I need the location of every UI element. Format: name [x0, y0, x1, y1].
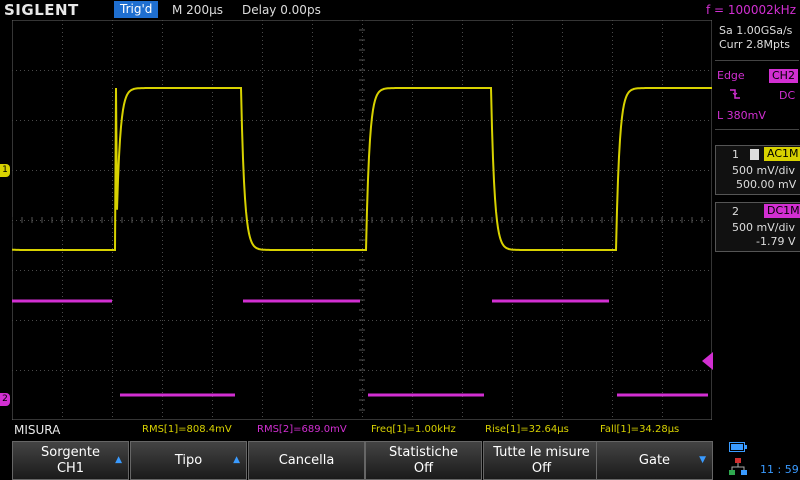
waveform-display[interactable] [12, 20, 712, 420]
softkey-statistics-label: Statistiche [389, 445, 458, 460]
softkey-gate[interactable]: Gate ▼ [596, 441, 713, 480]
ch1-coupling-badge: AC1M [764, 147, 800, 161]
ch2-offset-marker[interactable]: 2 [0, 393, 10, 406]
ch2-number: 2 [732, 205, 739, 218]
ch2-marker-label: 2 [2, 394, 8, 404]
measure-fall1: Fall[1]=34.28μs [600, 424, 680, 435]
ch1-scale: 500 mV/div [732, 164, 795, 177]
measure-rms1: RMS[1]=808.4mV [142, 424, 232, 435]
softkey-clear-label: Cancella [278, 453, 335, 468]
softkey-bar: Sorgente CH1 ▲ Tipo ▲ Cancella Statistic… [12, 441, 713, 480]
softkey-all-measurements-label: Tutte le misure [493, 445, 590, 460]
ch1-marker-label: 1 [2, 165, 8, 175]
softkey-source-value: CH1 [56, 461, 85, 476]
softkey-source[interactable]: Sorgente CH1 ▲ [12, 441, 129, 480]
falling-edge-icon [730, 89, 740, 99]
trigger-source-badge: CH2 [769, 69, 798, 83]
network-icon [729, 458, 747, 475]
memory-depth: Curr 2.8Mpts [719, 38, 791, 51]
trigger-info-box[interactable]: Edge CH2 DC L 380mV [715, 60, 799, 130]
arrow-down-icon: ▼ [699, 455, 706, 465]
ch1-number: 1 [732, 148, 739, 161]
measure-title: MISURA [14, 423, 61, 437]
softkey-all-measurements-value: Off [531, 461, 552, 476]
softkey-clear[interactable]: Cancella [248, 441, 365, 480]
delay-label: Delay 0.00ps [242, 3, 321, 17]
trigger-level: L 380mV [717, 109, 766, 122]
softkey-type[interactable]: Tipo ▲ [130, 441, 247, 480]
ch2-scale: 500 mV/div [732, 221, 795, 234]
brand-logo: SIGLENT [4, 1, 79, 19]
softkey-statistics[interactable]: Statistiche Off [365, 441, 482, 480]
arrow-up-icon: ▲ [233, 455, 240, 465]
top-bar: SIGLENT Trig'd M 200μs Delay 0.00ps f = … [0, 0, 800, 20]
ch2-info-box[interactable]: 2 DC1M 500 mV/div -1.79 V [715, 202, 800, 252]
softkey-type-label: Tipo [174, 453, 203, 468]
ch1-offset: 500.00 mV [736, 178, 797, 191]
arrow-up-icon: ▲ [115, 455, 122, 465]
measure-rise1: Rise[1]=32.64μs [485, 424, 569, 435]
softkey-statistics-value: Off [413, 461, 434, 476]
timebase-label: M 200μs [172, 3, 223, 17]
softkey-source-label: Sorgente [41, 445, 100, 460]
trigger-status-badge: Trig'd [114, 1, 159, 18]
trigger-coupling: DC [779, 89, 796, 102]
bandwidth-limit-icon [750, 149, 759, 160]
measure-freq1: Freq[1]=1.00kHz [371, 424, 456, 435]
ch2-offset: -1.79 V [756, 235, 796, 248]
ch1-info-box[interactable]: 1 AC1M 500 mV/div 500.00 mV [715, 145, 800, 195]
ch1-offset-marker[interactable]: 1 [0, 164, 10, 177]
frequency-counter: f = 100002kHz [706, 3, 796, 17]
trigger-type: Edge [717, 69, 745, 82]
battery-icon [729, 442, 747, 452]
measure-rms2: RMS[2]=689.0mV [257, 424, 347, 435]
right-info-panel: Sa 1.00GSa/s Curr 2.8Mpts Edge CH2 DC L … [713, 20, 800, 420]
sample-rate: Sa 1.00GSa/s [719, 24, 793, 37]
clock: 11 : 59 [760, 463, 799, 476]
softkey-gate-label: Gate [638, 453, 671, 468]
ch2-coupling-badge: DC1M [764, 204, 800, 218]
softkey-all-measurements[interactable]: Tutte le misure Off [483, 441, 600, 480]
